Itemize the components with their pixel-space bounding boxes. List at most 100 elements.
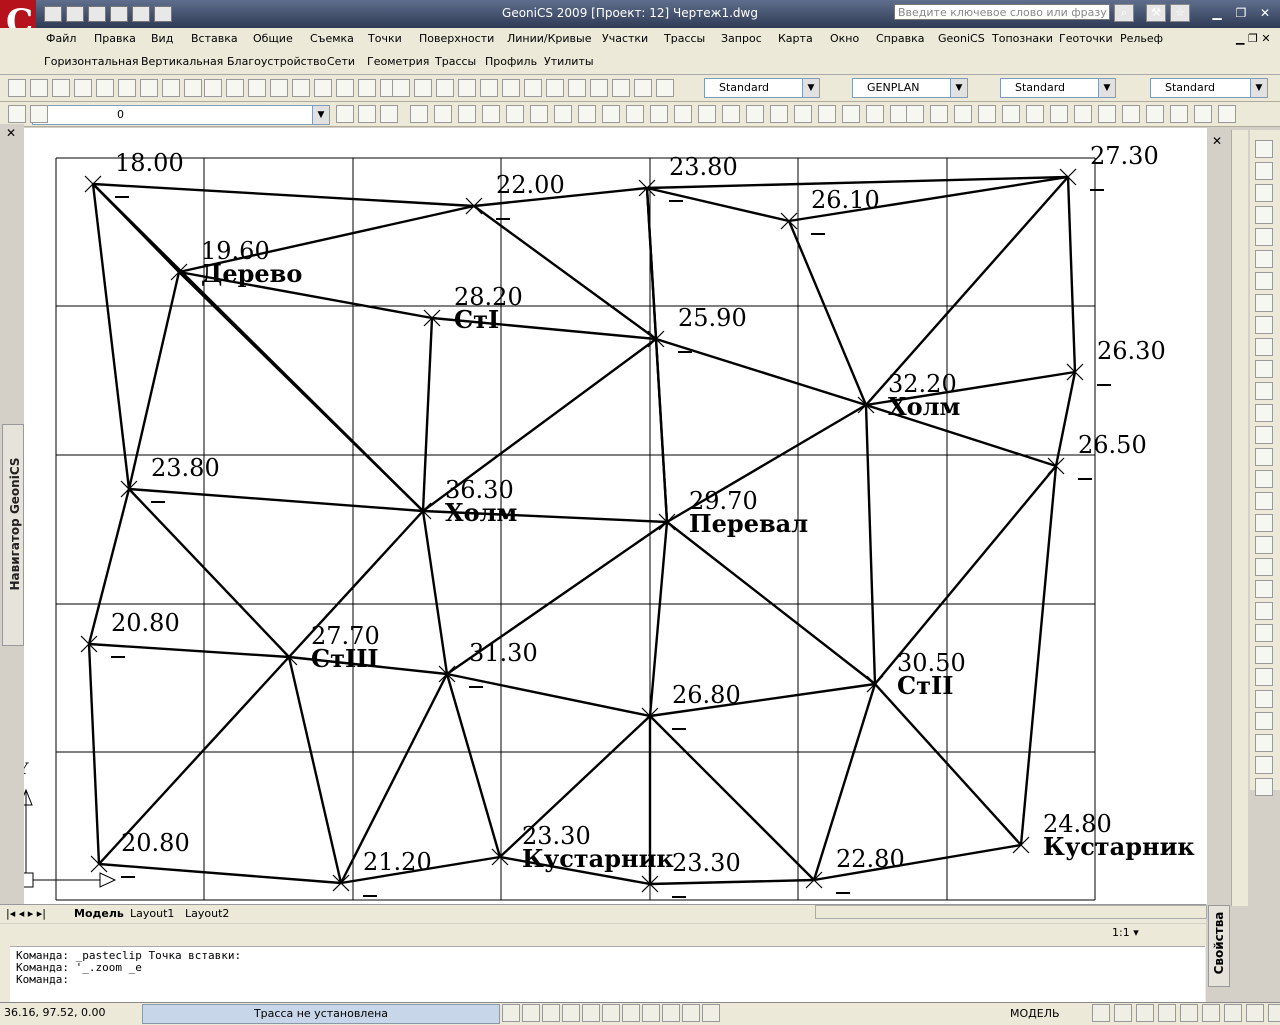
survey-point[interactable]: 36.30Холм bbox=[414, 476, 518, 527]
status-tool-icon[interactable] bbox=[1092, 1004, 1110, 1022]
geonics-tool-icon[interactable] bbox=[1255, 316, 1273, 334]
object-snap-icon[interactable] bbox=[434, 105, 452, 123]
status-tool-icon[interactable] bbox=[1202, 1004, 1220, 1022]
geonics-tool-icon[interactable] bbox=[1255, 404, 1273, 422]
properties-tab[interactable]: Свойства bbox=[1208, 905, 1230, 987]
submenu-item-2[interactable]: Вертикальная bbox=[141, 55, 223, 68]
status-tool-icon[interactable] bbox=[1136, 1004, 1154, 1022]
survey-point[interactable]: 27.70СтIII bbox=[280, 622, 380, 673]
object-snap-icon[interactable] bbox=[698, 105, 716, 123]
submenu-item-7[interactable]: Профиль bbox=[485, 55, 537, 68]
geonics-tool-icon[interactable] bbox=[1255, 646, 1273, 664]
geonics-tool-icon[interactable] bbox=[1255, 426, 1273, 444]
geonics-tool-icon[interactable] bbox=[1194, 105, 1212, 123]
geonics-tool-icon[interactable] bbox=[1255, 734, 1273, 752]
vertical-scrollbar[interactable] bbox=[1231, 130, 1248, 906]
menu-item-5[interactable]: Общие bbox=[253, 32, 293, 45]
command-history[interactable]: Команда: _pasteclip Точка вставки: Коман… bbox=[10, 946, 1205, 1002]
geonics-tool-icon[interactable] bbox=[1255, 272, 1273, 290]
layer-tool-icon[interactable] bbox=[30, 105, 48, 123]
geonics-tool-icon[interactable] bbox=[1218, 105, 1236, 123]
object-snap-icon[interactable] bbox=[602, 105, 620, 123]
view-tool-icon[interactable] bbox=[436, 79, 454, 97]
close-icon[interactable]: ✕ bbox=[6, 126, 16, 140]
object-snap-icon[interactable] bbox=[746, 105, 764, 123]
geonics-tool-icon[interactable] bbox=[1255, 514, 1273, 532]
geonics-tool-icon[interactable] bbox=[1050, 105, 1068, 123]
tab-layout1[interactable]: Layout1 bbox=[130, 907, 174, 920]
geonics-tool-icon[interactable] bbox=[1255, 228, 1273, 246]
view-tool-icon[interactable] bbox=[414, 79, 432, 97]
view-tool-icon[interactable] bbox=[634, 79, 652, 97]
drafting-mode-icon[interactable] bbox=[502, 1004, 520, 1022]
survey-point[interactable]: 25.90 bbox=[647, 304, 747, 353]
view-tool-icon[interactable] bbox=[546, 79, 564, 97]
tool-icon[interactable] bbox=[52, 79, 70, 97]
drafting-mode-icon[interactable] bbox=[622, 1004, 640, 1022]
geonics-tool-icon[interactable] bbox=[1255, 382, 1273, 400]
status-tool-icon[interactable] bbox=[1268, 1004, 1280, 1022]
geonics-tool-icon[interactable] bbox=[906, 105, 924, 123]
survey-point[interactable]: 31.30 bbox=[438, 639, 538, 688]
menu-item-12[interactable]: Запрос bbox=[721, 32, 762, 45]
object-snap-icon[interactable] bbox=[818, 105, 836, 123]
geonics-tool-icon[interactable] bbox=[1255, 250, 1273, 268]
tool-icon[interactable] bbox=[184, 79, 202, 97]
drafting-mode-icon[interactable] bbox=[682, 1004, 700, 1022]
edit-tool-icon[interactable] bbox=[336, 79, 354, 97]
geonics-tool-icon[interactable] bbox=[1098, 105, 1116, 123]
table-style-select[interactable]: Standard ▼ bbox=[1000, 78, 1116, 98]
geonics-tool-icon[interactable] bbox=[1170, 105, 1188, 123]
search-input[interactable]: Введите ключевое слово или фразу bbox=[894, 4, 1110, 20]
geonics-tool-icon[interactable] bbox=[978, 105, 996, 123]
edit-tool-icon[interactable] bbox=[292, 79, 310, 97]
new-icon[interactable] bbox=[44, 6, 62, 22]
layer-tool-icon[interactable] bbox=[8, 105, 26, 123]
menu-item-17[interactable]: Топознаки bbox=[992, 32, 1053, 45]
geonics-tool-icon[interactable] bbox=[1255, 492, 1273, 510]
object-snap-icon[interactable] bbox=[650, 105, 668, 123]
edit-tool-icon[interactable] bbox=[314, 79, 332, 97]
survey-point[interactable]: 23.80 bbox=[638, 153, 738, 202]
menu-item-8[interactable]: Поверхности bbox=[419, 32, 494, 45]
object-snap-icon[interactable] bbox=[794, 105, 812, 123]
status-tool-icon[interactable] bbox=[1224, 1004, 1242, 1022]
survey-point[interactable]: 26.30 bbox=[1066, 337, 1166, 386]
object-snap-icon[interactable] bbox=[554, 105, 572, 123]
view-tool-icon[interactable] bbox=[568, 79, 586, 97]
multileader-style-select[interactable]: Standard ▼ bbox=[1150, 78, 1268, 98]
geonics-tool-icon[interactable] bbox=[1122, 105, 1140, 123]
object-snap-icon[interactable] bbox=[866, 105, 884, 123]
geonics-tool-icon[interactable] bbox=[1255, 140, 1273, 158]
drafting-mode-icon[interactable] bbox=[582, 1004, 600, 1022]
drafting-mode-icon[interactable] bbox=[562, 1004, 580, 1022]
survey-point[interactable]: 26.10 bbox=[780, 186, 880, 235]
restore-button[interactable]: ❐ bbox=[1232, 6, 1250, 22]
object-snap-icon[interactable] bbox=[626, 105, 644, 123]
dim-style-select[interactable]: GENPLAN ▼ bbox=[852, 78, 968, 98]
menu-item-10[interactable]: Участки bbox=[602, 32, 648, 45]
geonics-tool-icon[interactable] bbox=[1255, 712, 1273, 730]
menu-item-13[interactable]: Карта bbox=[778, 32, 813, 45]
submenu-item-5[interactable]: Геометрия bbox=[367, 55, 429, 68]
tool-icon[interactable] bbox=[96, 79, 114, 97]
geonics-tool-icon[interactable] bbox=[1255, 756, 1273, 774]
drafting-mode-icon[interactable] bbox=[542, 1004, 560, 1022]
object-snap-icon[interactable] bbox=[722, 105, 740, 123]
object-snap-icon[interactable] bbox=[410, 105, 428, 123]
menu-item-7[interactable]: Точки bbox=[368, 32, 402, 45]
favorites-icon[interactable]: ☆ bbox=[1170, 4, 1190, 22]
print-icon[interactable] bbox=[110, 6, 128, 22]
view-tool-icon[interactable] bbox=[480, 79, 498, 97]
view-tool-icon[interactable] bbox=[502, 79, 520, 97]
view-tool-icon[interactable] bbox=[656, 79, 674, 97]
survey-point[interactable]: 24.80Кустарник bbox=[1012, 810, 1195, 861]
geonics-tool-icon[interactable] bbox=[954, 105, 972, 123]
menu-item-3[interactable]: Вид bbox=[151, 32, 173, 45]
geonics-tool-icon[interactable] bbox=[1255, 470, 1273, 488]
tab-model[interactable]: Модель bbox=[74, 907, 124, 920]
close-icon[interactable]: ✕ bbox=[1212, 134, 1222, 148]
tab-layout2[interactable]: Layout2 bbox=[185, 907, 229, 920]
save-icon[interactable] bbox=[88, 6, 106, 22]
geonics-tool-icon[interactable] bbox=[1255, 602, 1273, 620]
